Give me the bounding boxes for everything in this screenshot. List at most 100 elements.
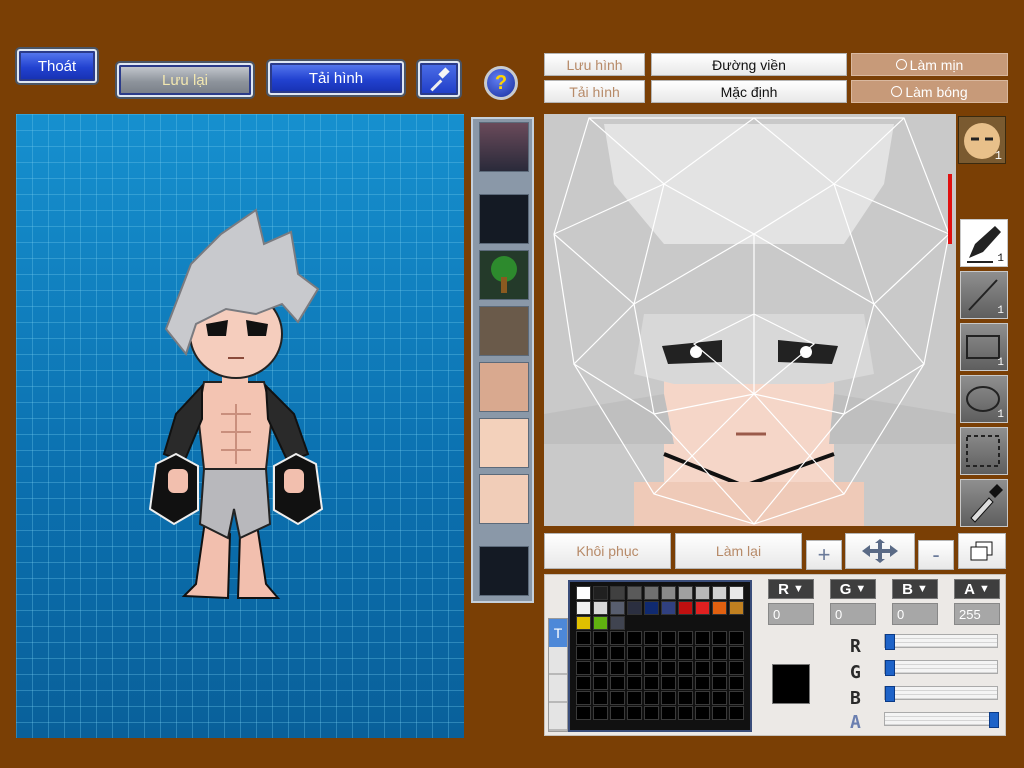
red-slider[interactable]: [884, 634, 998, 650]
palette-swatch[interactable]: [644, 601, 659, 615]
blue-slider[interactable]: [884, 686, 998, 702]
palette-swatch-empty[interactable]: [627, 646, 642, 660]
palette-swatch-empty[interactable]: [695, 631, 710, 645]
palette-swatch-empty[interactable]: [678, 691, 693, 705]
part-slot-avatar[interactable]: [479, 122, 529, 172]
palette-swatch-empty[interactable]: [576, 661, 591, 675]
exit-button[interactable]: Thoát: [17, 49, 97, 83]
palette-swatch[interactable]: [576, 586, 591, 600]
palette-swatch-empty[interactable]: [627, 676, 642, 690]
redo-button[interactable]: Làm lại: [675, 533, 802, 569]
red-channel-dropdown[interactable]: R ▼: [768, 579, 814, 599]
palette-swatch-empty[interactable]: [712, 631, 727, 645]
palette-swatch[interactable]: [695, 586, 710, 600]
red-slider-knob[interactable]: [885, 634, 895, 650]
part-slot-body[interactable]: [479, 306, 529, 356]
part-slot-empty-2[interactable]: [479, 546, 529, 596]
palette-swatch-empty[interactable]: [576, 631, 591, 645]
palette-swatch[interactable]: [610, 616, 625, 630]
palette-tab-active[interactable]: T: [549, 619, 567, 647]
palette-swatch[interactable]: [712, 601, 727, 615]
palette-swatch-empty[interactable]: [712, 676, 727, 690]
part-slot-face[interactable]: [479, 362, 529, 412]
palette-swatch-empty[interactable]: [695, 661, 710, 675]
palette-swatch-empty[interactable]: [729, 631, 744, 645]
part-slot-skin-1[interactable]: [479, 418, 529, 468]
zoom-out-button[interactable]: -: [918, 540, 954, 570]
palette-swatch-empty[interactable]: [576, 676, 591, 690]
palette-swatch[interactable]: [695, 601, 710, 615]
palette-swatch-empty[interactable]: [644, 661, 659, 675]
blue-value-field[interactable]: 0: [892, 603, 938, 625]
restore-button[interactable]: Khôi phục: [544, 533, 671, 569]
palette-swatch-empty[interactable]: [678, 646, 693, 660]
palette-swatch-empty[interactable]: [627, 706, 642, 720]
palette-swatch[interactable]: [610, 601, 625, 615]
palette-swatch-empty[interactable]: [729, 706, 744, 720]
palette-swatch-empty[interactable]: [729, 646, 744, 660]
palette-swatch-empty[interactable]: [576, 706, 591, 720]
palette-swatch-empty[interactable]: [627, 631, 642, 645]
rectangle-tool[interactable]: 1: [960, 323, 1008, 371]
pen-tool[interactable]: 1: [960, 219, 1008, 267]
palette-swatch-empty[interactable]: [593, 646, 608, 660]
green-slider-knob[interactable]: [885, 660, 895, 676]
palette-swatch-empty[interactable]: [661, 691, 676, 705]
palette-tabs[interactable]: T: [548, 618, 568, 732]
blue-slider-knob[interactable]: [885, 686, 895, 702]
palette-swatch-empty[interactable]: [610, 676, 625, 690]
ellipse-tool[interactable]: 1: [960, 375, 1008, 423]
palette-swatch-empty[interactable]: [729, 676, 744, 690]
palette-swatch-empty[interactable]: [661, 631, 676, 645]
palette-swatch-empty[interactable]: [661, 646, 676, 660]
part-slot-empty[interactable]: [479, 194, 529, 244]
palette-swatch-empty[interactable]: [644, 706, 659, 720]
help-button[interactable]: ?: [484, 66, 518, 100]
alpha-channel-dropdown[interactable]: A ▼: [954, 579, 1000, 599]
palette-swatch-empty[interactable]: [661, 676, 676, 690]
default-button[interactable]: Mặc định: [651, 80, 847, 103]
green-channel-dropdown[interactable]: G ▼: [830, 579, 876, 599]
palette-swatch[interactable]: [627, 601, 642, 615]
palette-grid[interactable]: [568, 580, 752, 732]
move-button[interactable]: [845, 533, 915, 569]
red-value-field[interactable]: 0: [768, 603, 814, 625]
palette-swatch-empty[interactable]: [576, 646, 591, 660]
palette-swatch[interactable]: [593, 586, 608, 600]
palette-swatch-empty[interactable]: [729, 661, 744, 675]
palette-swatch-empty[interactable]: [610, 646, 625, 660]
zoom-in-button[interactable]: +: [806, 540, 842, 570]
palette-swatch-empty[interactable]: [593, 706, 608, 720]
palette-swatch[interactable]: [576, 601, 591, 615]
palette-swatch[interactable]: [593, 601, 608, 615]
palette-swatch[interactable]: [627, 586, 642, 600]
selection-tool[interactable]: [960, 427, 1008, 475]
layers-button[interactable]: [958, 533, 1006, 569]
palette-swatch-empty[interactable]: [610, 691, 625, 705]
palette-swatch-empty[interactable]: [712, 706, 727, 720]
palette-swatch[interactable]: [729, 586, 744, 600]
palette-swatch-empty[interactable]: [610, 631, 625, 645]
line-tool[interactable]: 1: [960, 271, 1008, 319]
palette-swatch[interactable]: [610, 586, 625, 600]
palette-swatch[interactable]: [678, 586, 693, 600]
palette-swatch-empty[interactable]: [712, 691, 727, 705]
face-template-button[interactable]: 1: [958, 116, 1006, 164]
tool-button[interactable]: [418, 61, 460, 97]
palette-swatch-empty[interactable]: [593, 661, 608, 675]
save-image-button[interactable]: Lưu hình: [544, 53, 645, 76]
green-slider[interactable]: [884, 660, 998, 676]
palette-swatch-empty[interactable]: [627, 661, 642, 675]
palette-swatch-empty[interactable]: [644, 631, 659, 645]
blue-channel-dropdown[interactable]: B ▼: [892, 579, 938, 599]
smooth-radio[interactable]: Làm mịn: [851, 53, 1008, 76]
palette-swatch-empty[interactable]: [729, 691, 744, 705]
palette-swatch-empty[interactable]: [644, 691, 659, 705]
palette-swatch[interactable]: [593, 616, 608, 630]
eyedropper-tool[interactable]: [960, 479, 1008, 527]
green-value-field[interactable]: 0: [830, 603, 876, 625]
part-slot-tree[interactable]: [479, 250, 529, 300]
part-slot-skin-2[interactable]: [479, 474, 529, 524]
palette-swatch[interactable]: [661, 601, 676, 615]
alpha-value-field[interactable]: 255: [954, 603, 1000, 625]
